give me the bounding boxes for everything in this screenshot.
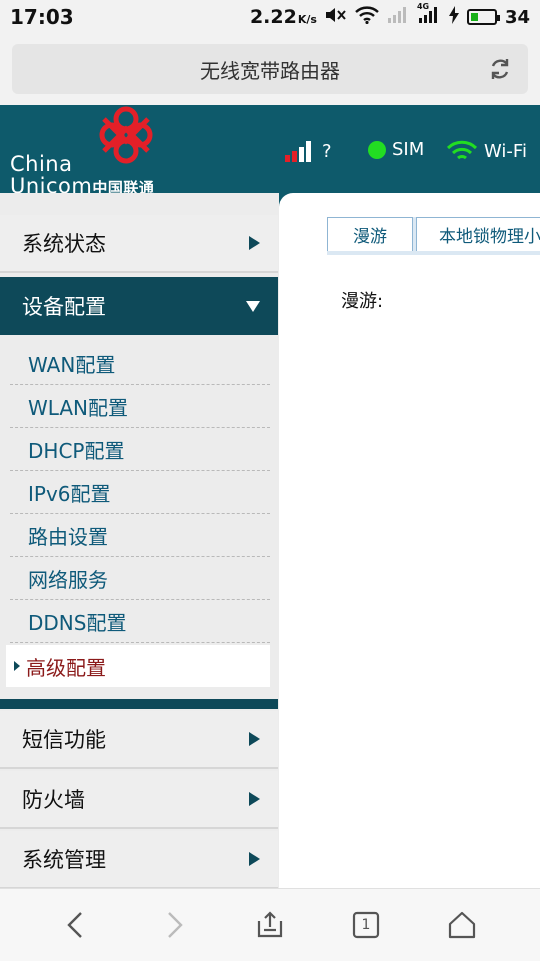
menu-label: 防火墙 bbox=[22, 788, 85, 812]
device-config-submenu: WAN配置 WLAN配置 DHCP配置 IPv6配置 路由设置 网络服务 DDN… bbox=[0, 337, 278, 699]
battery-fill bbox=[470, 13, 478, 21]
wifi-status: Wi-Fi bbox=[446, 139, 527, 163]
selected-marker-icon bbox=[14, 661, 20, 671]
content-tabs: 漫游 本地锁物理小 bbox=[327, 217, 540, 255]
charging-icon bbox=[448, 5, 459, 29]
mute-icon bbox=[325, 6, 347, 29]
battery-level: 34 bbox=[504, 6, 530, 28]
logo-line1: China bbox=[10, 152, 73, 176]
tab-count: 1 bbox=[361, 917, 371, 933]
submenu-label: IPv6配置 bbox=[28, 482, 111, 506]
sim-status-icon bbox=[368, 140, 386, 159]
submenu-routing[interactable]: 路由设置 bbox=[10, 515, 270, 557]
submenu-label: DDNS配置 bbox=[28, 611, 127, 635]
share-button[interactable] bbox=[250, 905, 290, 945]
submenu-label: WLAN配置 bbox=[28, 396, 129, 420]
tab-local-lock[interactable]: 本地锁物理小 bbox=[416, 217, 540, 251]
home-icon bbox=[448, 911, 476, 939]
sidebar-divider bbox=[0, 699, 278, 709]
address-bar[interactable]: 无线宽带路由器 bbox=[12, 44, 528, 94]
forward-button[interactable] bbox=[154, 905, 194, 945]
submenu-ddns[interactable]: DDNS配置 bbox=[10, 601, 270, 643]
menu-system-management[interactable]: 系统管理 bbox=[0, 831, 278, 889]
expand-right-icon bbox=[249, 236, 260, 250]
expand-right-icon bbox=[249, 732, 260, 746]
signal-4g-icon: 4G bbox=[417, 2, 441, 29]
share-icon bbox=[257, 911, 283, 938]
status-bar: 17:03 2.22K/s 4G 34 bbox=[0, 0, 540, 34]
cell-signal-icon bbox=[285, 141, 311, 162]
tab-label: 漫游 bbox=[353, 227, 387, 247]
browser-toolbar: 无线宽带路由器 bbox=[0, 34, 540, 105]
speed-unit: K/s bbox=[297, 13, 317, 26]
router-header: China Unicom中国联通 ? SIM Wi-Fi bbox=[0, 105, 540, 197]
sim-label: SIM bbox=[392, 139, 425, 160]
submenu-advanced[interactable]: 高级配置 bbox=[6, 645, 270, 687]
expand-right-icon bbox=[249, 852, 260, 866]
submenu-dhcp[interactable]: DHCP配置 bbox=[10, 429, 270, 471]
menu-device-config[interactable]: 设备配置 bbox=[0, 277, 278, 335]
signal-status-text: ? bbox=[322, 140, 332, 162]
back-button[interactable] bbox=[56, 905, 96, 945]
menu-sms[interactable]: 短信功能 bbox=[0, 711, 278, 769]
expand-right-icon bbox=[249, 792, 260, 806]
menu-label: 设备配置 bbox=[22, 295, 106, 319]
roaming-field-label: 漫游: bbox=[341, 291, 384, 312]
wifi-label: Wi-Fi bbox=[484, 140, 527, 162]
sidebar: 系统状态 设备配置 WAN配置 WLAN配置 DHCP配置 IPv6配置 路由设… bbox=[0, 193, 279, 889]
battery-icon bbox=[466, 9, 500, 25]
tab-label: 本地锁物理小 bbox=[439, 227, 540, 247]
expand-down-icon bbox=[246, 300, 260, 312]
tab-roaming[interactable]: 漫游 bbox=[327, 217, 413, 251]
menu-label: 短信功能 bbox=[22, 728, 106, 752]
menu-firewall[interactable]: 防火墙 bbox=[0, 771, 278, 829]
back-arrow-icon bbox=[67, 912, 82, 938]
menu-system-status[interactable]: 系统状态 bbox=[0, 215, 278, 273]
network-speed: 2.22K/s bbox=[250, 6, 317, 28]
status-time: 17:03 bbox=[10, 5, 74, 29]
signal-empty-icon bbox=[387, 6, 409, 29]
status-icons: 2.22K/s 4G 34 bbox=[250, 2, 530, 29]
wifi-signal-icon bbox=[446, 140, 478, 160]
forward-arrow-icon bbox=[168, 912, 183, 938]
wifi-status-icon bbox=[355, 5, 379, 29]
submenu-wlan[interactable]: WLAN配置 bbox=[10, 386, 270, 428]
tabs-button[interactable]: 1 bbox=[346, 905, 386, 945]
signal-status: ? bbox=[284, 139, 332, 163]
page-title: 无线宽带路由器 bbox=[200, 58, 340, 83]
submenu-label: WAN配置 bbox=[28, 353, 116, 377]
submenu-label: 路由设置 bbox=[28, 525, 108, 549]
network-type: 4G bbox=[416, 1, 430, 11]
sim-status: SIM bbox=[368, 139, 424, 160]
submenu-network-services[interactable]: 网络服务 bbox=[10, 558, 270, 600]
speed-value: 2.22 bbox=[249, 6, 297, 28]
home-button[interactable] bbox=[442, 905, 482, 945]
menu-label: 系统状态 bbox=[22, 232, 106, 256]
submenu-label: 网络服务 bbox=[28, 568, 108, 592]
submenu-label: 高级配置 bbox=[26, 655, 106, 680]
submenu-label: DHCP配置 bbox=[28, 439, 125, 463]
submenu-wan[interactable]: WAN配置 bbox=[10, 343, 270, 385]
reload-icon[interactable] bbox=[488, 57, 512, 81]
content-panel: 漫游 本地锁物理小 漫游: bbox=[279, 193, 540, 888]
menu-label: 系统管理 bbox=[22, 848, 106, 872]
submenu-ipv6[interactable]: IPv6配置 bbox=[10, 472, 270, 514]
browser-bottom-nav: 1 bbox=[0, 888, 540, 961]
